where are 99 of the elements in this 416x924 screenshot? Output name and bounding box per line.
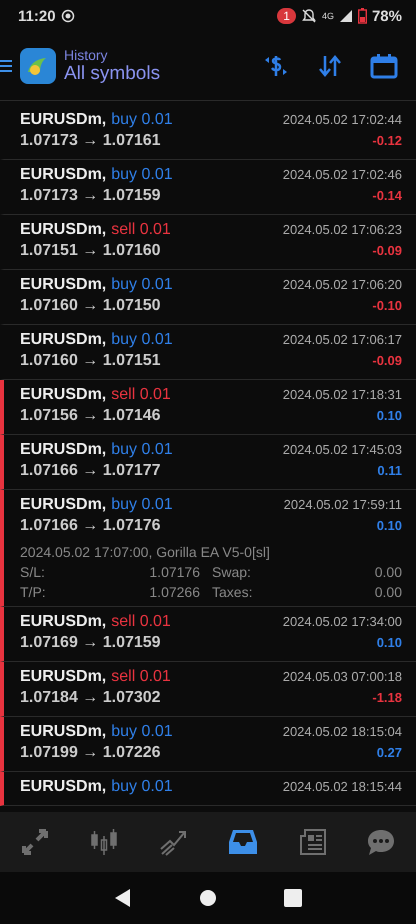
trade-profit: -0.09 [372,243,402,258]
trade-profit: -0.10 [372,298,402,313]
trade-row[interactable]: EURUSDm, buy 0.01 2024.05.02 17:06:17 1.07160 → 1.07151 -0.09 [0,325,416,380]
trade-symbol: EURUSDm, [20,386,106,404]
trade-row[interactable]: EURUSDm, buy 0.01 2024.05.02 18:15:04 1.07199 → 1.07226 0.27 [0,717,416,772]
trade-symbol: EURUSDm, [20,441,106,459]
trade-order: buy 0.01 [111,496,173,514]
field-label: Taxes: [212,584,254,600]
field-value: 0.00 [374,564,402,580]
trade-order: sell 0.01 [111,668,171,686]
trade-row[interactable]: EURUSDm, sell 0.01 2024.05.02 17:34:00 1.07169 → 1.07159 0.10 [0,607,416,662]
trade-time: 2024.05.02 17:59:11 [284,497,402,512]
trade-symbol: EURUSDm, [20,111,106,129]
trade-comment: 2024.05.02 17:07:00, Gorilla EA V5-0[sl] [20,544,271,560]
trade-symbol: EURUSDm, [20,723,106,741]
trade-time: 2024.05.02 17:18:31 [282,387,402,402]
candlestick-icon [88,827,119,857]
home-icon[interactable] [198,889,217,907]
battery-level: 78% [372,8,402,24]
trade-order: buy 0.01 [111,331,173,349]
trade-row[interactable]: EURUSDm, buy 0.01 2024.05.02 17:45:03 1.07166 → 1.07177 0.11 [0,435,416,490]
trade-symbol: EURUSDm, [20,276,106,294]
trade-symbol: EURUSDm, [20,221,106,239]
trade-symbol: EURUSDm, [20,496,106,514]
trade-time: 2024.05.02 17:06:20 [282,277,402,292]
record-icon [60,9,75,23]
trade-symbol: EURUSDm, [20,613,106,631]
back-icon[interactable] [114,888,132,908]
trade-row[interactable]: EURUSDm, sell 0.01 2024.05.02 17:18:31 1.07156 → 1.07146 0.10 [0,380,416,435]
trade-order: buy 0.01 [111,441,173,459]
trade-prices: 1.07173 → 1.07159 [20,187,161,205]
trade-row[interactable]: EURUSDm, sell 0.01 2024.05.03 07:00:18 1.07184 → 1.07302 -1.18 [0,662,416,717]
screen-subtitle: History [64,47,109,63]
trade-order: buy 0.01 [111,723,173,741]
trade-time: 2024.05.02 18:15:04 [282,724,402,739]
bell-off-icon [300,8,317,24]
trade-symbol: EURUSDm, [20,778,106,796]
field-label: T/P: [20,584,47,600]
field-value: 1.07176 [148,564,200,580]
trade-time: 2024.05.02 17:06:17 [282,332,402,347]
trade-profit: -0.14 [372,188,402,203]
menu-icon[interactable] [0,57,12,75]
trade-order: buy 0.01 [111,111,173,129]
trade-prices: 1.07166 → 1.07176 [20,517,161,535]
trade-row[interactable]: EURUSDm, buy 0.01 2024.05.02 17:02:44 1.07173 → 1.07161 -0.12 [0,105,416,160]
trade-row[interactable]: EURUSDm, buy 0.01 2024.05.02 17:59:11 1.07166 → 1.07176 0.10 2024.05.02 17:07:00, Gorilla EA V5-0[sl] S/L: 1.07176 Swap: 0.00 T/P: 1.07266 Taxes: 0.00 [0,490,416,607]
trade-prices: 1.07160 → 1.07151 [20,352,161,370]
app-logo-icon [20,48,56,84]
trade-profit: 0.10 [376,635,402,650]
trade-prices: 1.07199 → 1.07226 [20,744,161,762]
trade-profit: 0.10 [376,518,402,533]
trade-symbol: EURUSDm, [20,668,106,686]
chat-icon [366,827,396,857]
trade-time: 2024.05.02 18:15:44 [282,779,402,794]
trade-time: 2024.05.02 17:45:03 [282,442,402,457]
trade-profit: 0.27 [376,745,402,760]
trade-prices: 1.07173 → 1.07161 [20,132,161,150]
trade-order: sell 0.01 [111,221,171,239]
trade-prices: 1.07151 → 1.07160 [20,242,161,260]
trade-row[interactable]: EURUSDm, buy 0.01 2024.05.02 17:06:20 1.07160 → 1.07150 -0.10 [0,270,416,325]
trade-prices: 1.07169 → 1.07159 [20,634,161,652]
trade-row[interactable]: EURUSDm, buy 0.01 2024.05.02 18:15:44 [0,772,416,806]
arrows-icon [20,827,50,857]
field-label: S/L: [20,564,46,580]
trade-row[interactable]: EURUSDm, buy 0.01 2024.05.02 17:02:46 1.07173 → 1.07159 -0.14 [0,160,416,215]
recents-icon[interactable] [284,889,302,907]
trade-profit: 0.11 [377,463,402,478]
trade-order: sell 0.01 [111,386,171,404]
network-label: 4G [322,11,334,21]
inbox-icon [228,827,258,857]
trade-prices: 1.07156 → 1.07146 [20,407,161,425]
trade-symbol: EURUSDm, [20,331,106,349]
trade-time: 2024.05.02 17:02:46 [282,167,402,182]
trade-time: 2024.05.02 17:06:23 [282,222,402,237]
trade-symbol: EURUSDm, [20,166,106,184]
calendar-icon[interactable] [370,52,398,80]
trade-order: buy 0.01 [111,166,173,184]
notification-badge: 1 [277,8,296,24]
field-value: 0.00 [374,584,402,600]
trade-profit: -0.09 [372,353,402,368]
trade-prices: 1.07166 → 1.07177 [20,462,161,480]
trade-order: buy 0.01 [111,778,173,796]
trade-prices: 1.07160 → 1.07150 [20,297,161,315]
trade-profit: 0.10 [376,408,402,423]
trade-prices: 1.07184 → 1.07302 [20,689,161,707]
clock: 11:20 [18,8,56,24]
trade-profit: -1.18 [372,690,402,705]
trade-time: 2024.05.02 17:34:00 [282,614,402,629]
trade-time: 2024.05.02 17:02:44 [282,112,402,127]
trade-row[interactable]: EURUSDm, sell 0.01 2024.05.02 17:06:23 1.07151 → 1.07160 -0.09 [0,215,416,270]
signal-icon [338,9,353,23]
trade-profit: -0.12 [372,133,402,148]
battery-icon [358,8,367,24]
trade-order: sell 0.01 [111,613,171,631]
field-label: Swap: [212,564,252,580]
screen-title[interactable]: All symbols [64,63,160,85]
field-value: 1.07266 [148,584,200,600]
trade-order: buy 0.01 [111,276,173,294]
trade-time: 2024.05.03 07:00:18 [282,669,402,684]
